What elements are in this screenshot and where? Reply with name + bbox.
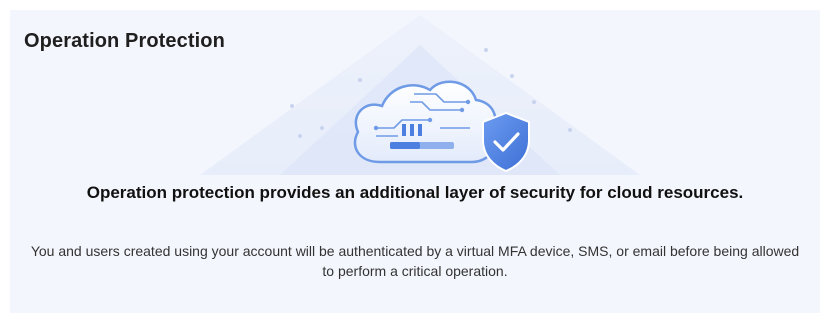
headline: Operation protection provides an additio… (86, 183, 744, 202)
panel-title: Operation Protection (24, 30, 225, 52)
cloud-shield-icon (200, 15, 640, 175)
operation-protection-panel: Operation Protection Operation protectio… (10, 10, 820, 313)
description: You and users created using your account… (30, 243, 800, 279)
